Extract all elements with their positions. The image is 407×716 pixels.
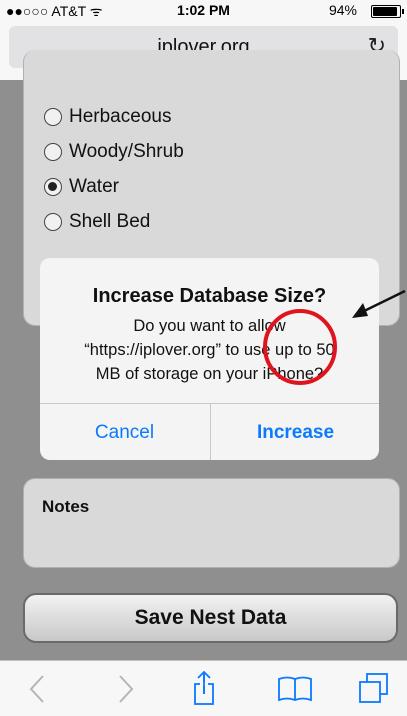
battery-nub: [402, 9, 404, 14]
alert-message: Do you want to allow “https://iplover.or…: [84, 317, 335, 383]
phone-screen: ●●○○○ AT&T ᯤ 1:02 PM 94% iplover.org ↻ H…: [0, 0, 407, 716]
radio-label: Water: [69, 176, 119, 197]
battery-percent: 94%: [328, 2, 357, 18]
alert-button-row: Cancel Increase: [40, 403, 379, 460]
radio-option[interactable]: Woody/Shrub: [44, 137, 184, 167]
radio-label: Shell Bed: [69, 211, 151, 232]
forward-icon[interactable]: [103, 667, 147, 711]
status-bar: ●●○○○ AT&T ᯤ 1:02 PM 94%: [0, 0, 407, 20]
notes-field[interactable]: Notes: [23, 478, 400, 568]
cancel-button[interactable]: Cancel: [40, 404, 209, 460]
database-size-alert: Increase Database Size? Do you want to a…: [40, 258, 379, 460]
share-icon[interactable]: [182, 667, 226, 711]
radio-option[interactable]: Water: [44, 172, 119, 202]
partial-heading: [46, 50, 51, 58]
save-nest-data-button[interactable]: Save Nest Data: [23, 593, 398, 643]
battery-fill: [373, 7, 397, 16]
radio-button[interactable]: [44, 213, 62, 231]
battery-icon: [371, 5, 404, 18]
browser-toolbar: [0, 660, 407, 716]
tabs-icon[interactable]: [352, 667, 396, 711]
radio-button[interactable]: [44, 178, 62, 196]
alert-title: Increase Database Size?: [92, 285, 327, 307]
notes-label: Notes: [42, 497, 90, 516]
radio-label: Herbaceous: [69, 106, 172, 127]
radio-option[interactable]: Shell Bed: [44, 207, 150, 237]
radio-option[interactable]: Herbaceous: [44, 102, 171, 132]
radio-button[interactable]: [44, 143, 62, 161]
increase-button[interactable]: Increase: [210, 404, 379, 460]
radio-button[interactable]: [44, 108, 62, 126]
bookmarks-icon[interactable]: [273, 667, 317, 711]
back-icon[interactable]: [16, 667, 60, 711]
radio-label: Woody/Shrub: [69, 141, 184, 162]
